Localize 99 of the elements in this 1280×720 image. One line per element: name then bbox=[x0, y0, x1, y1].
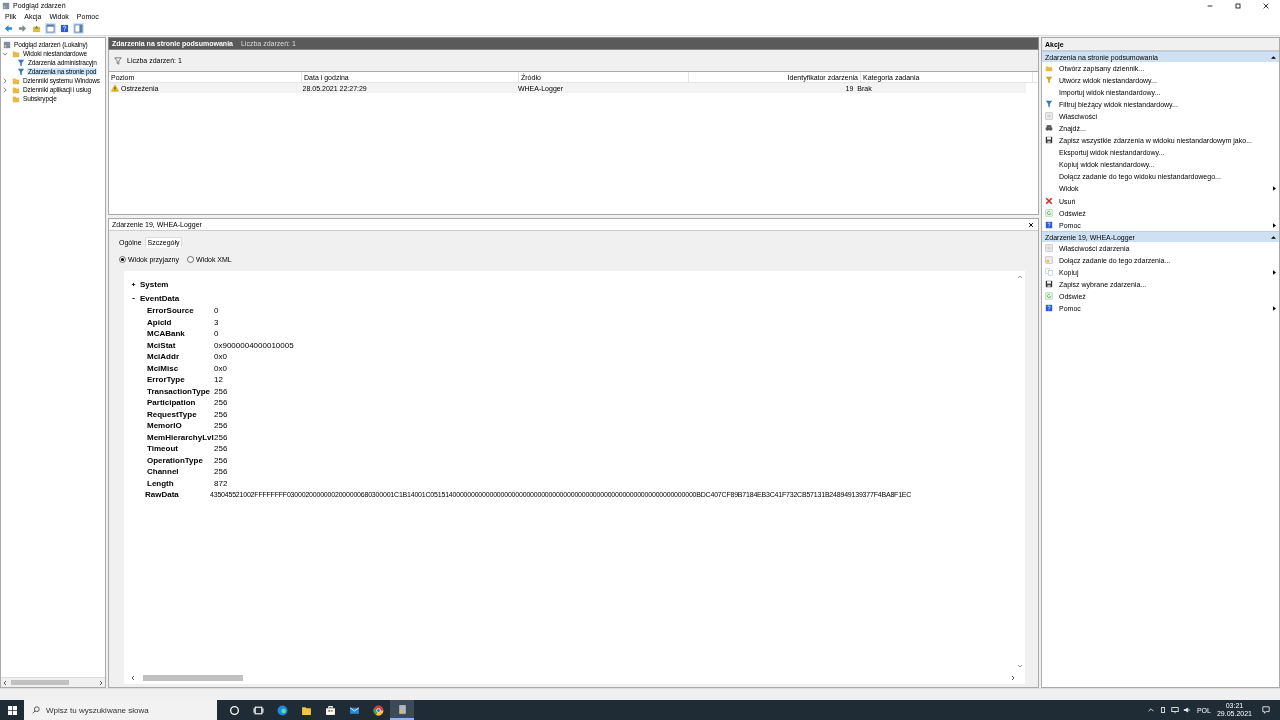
field-value: 872 bbox=[214, 478, 228, 488]
scroll-left-icon[interactable] bbox=[2, 679, 8, 686]
document-icon bbox=[396, 703, 408, 715]
field-value: 256 bbox=[214, 455, 228, 465]
field-name: MciMisc bbox=[147, 363, 180, 373]
shopping-bag-icon bbox=[324, 704, 336, 716]
field-name: MciAddr bbox=[147, 352, 180, 362]
field-value: 3 bbox=[214, 317, 219, 327]
scroll-up-icon[interactable] bbox=[1017, 274, 1023, 280]
help-icon[interactable] bbox=[59, 23, 70, 34]
node-label[interactable]: EventData bbox=[140, 293, 180, 303]
radio-button[interactable] bbox=[186, 256, 194, 263]
submenu-arrow-icon bbox=[1273, 306, 1276, 312]
field-value: 0 bbox=[214, 306, 219, 316]
expand-toggle-icon[interactable] bbox=[131, 295, 136, 301]
forward-arrow-icon[interactable] bbox=[17, 23, 28, 34]
field-name: Timeout bbox=[147, 444, 179, 454]
refresh-icon bbox=[1045, 292, 1053, 301]
field-value: 0x9000004000010005 bbox=[214, 340, 294, 350]
field-name: RequestType bbox=[147, 409, 198, 419]
field-value: 0x0 bbox=[214, 363, 227, 373]
search-icon bbox=[32, 706, 40, 714]
field-name: MCABank bbox=[147, 329, 186, 339]
binoculars-icon bbox=[1045, 124, 1053, 132]
field-name: TransactionType bbox=[147, 386, 211, 396]
scroll-down-icon[interactable] bbox=[1017, 663, 1023, 669]
collapse-icon[interactable] bbox=[1271, 55, 1276, 59]
field-name: MemorIO bbox=[147, 421, 183, 431]
horizontal-scrollbar[interactable] bbox=[1, 677, 105, 687]
submenu-arrow-icon bbox=[1273, 186, 1276, 192]
delete-icon bbox=[1045, 196, 1053, 205]
field-value: 256 bbox=[214, 444, 228, 454]
field-value: 256 bbox=[214, 386, 228, 396]
save-icon bbox=[1045, 280, 1053, 289]
radio-button[interactable] bbox=[119, 256, 126, 263]
device-icon[interactable] bbox=[1158, 706, 1167, 714]
submenu-arrow-icon bbox=[1273, 270, 1276, 276]
task-view-icon bbox=[252, 704, 264, 716]
field-name: Participation bbox=[147, 398, 197, 408]
node-label[interactable]: System bbox=[140, 280, 169, 290]
field-name: OperationType bbox=[147, 455, 204, 465]
chevron-icon[interactable] bbox=[2, 77, 8, 84]
scroll-left-icon[interactable] bbox=[130, 675, 136, 681]
field-name: Length bbox=[147, 478, 175, 488]
panel-icon[interactable] bbox=[45, 23, 56, 34]
expand-toggle-icon[interactable] bbox=[131, 282, 136, 288]
field-name: ApicId bbox=[147, 317, 173, 327]
help-icon bbox=[1045, 304, 1053, 313]
field-value: 256 bbox=[214, 398, 228, 408]
save-icon bbox=[1045, 136, 1053, 145]
mail-icon bbox=[348, 704, 360, 716]
chevron-up-icon[interactable] bbox=[1146, 706, 1155, 714]
chevron-icon[interactable] bbox=[2, 86, 8, 93]
browser-icon bbox=[276, 704, 288, 716]
field-name: RawData bbox=[145, 490, 180, 500]
speaker-icon[interactable] bbox=[1182, 706, 1191, 714]
folder-icon bbox=[12, 49, 20, 58]
back-arrow-icon[interactable] bbox=[3, 23, 14, 34]
folder-icon bbox=[300, 704, 312, 716]
close-icon[interactable] bbox=[1262, 1, 1270, 10]
panel-icon[interactable] bbox=[73, 23, 84, 34]
maximize-icon[interactable] bbox=[1234, 1, 1242, 10]
event-viewer-icon bbox=[3, 40, 11, 49]
scroll-right-icon[interactable] bbox=[98, 679, 104, 686]
help-icon bbox=[1045, 220, 1053, 229]
properties-icon bbox=[1045, 111, 1053, 120]
field-value: 12 bbox=[214, 375, 223, 385]
collapse-icon[interactable] bbox=[1271, 235, 1276, 240]
field-name: MemHierarchyLvl bbox=[147, 432, 214, 442]
field-name: ErrorType bbox=[147, 375, 186, 385]
field-value: 256 bbox=[214, 421, 228, 431]
filter-icon bbox=[114, 56, 122, 65]
field-value: 256 bbox=[214, 467, 228, 477]
notification-icon[interactable] bbox=[1262, 706, 1270, 714]
properties-icon bbox=[1045, 243, 1053, 252]
close-icon[interactable] bbox=[1028, 221, 1034, 228]
filter-icon bbox=[1045, 75, 1053, 84]
app-icon bbox=[2, 1, 10, 10]
field-value: 0 bbox=[214, 329, 219, 339]
field-name: ErrorSource bbox=[147, 306, 195, 316]
folder-up-icon[interactable] bbox=[31, 23, 42, 34]
field-value: 0x0 bbox=[214, 352, 227, 362]
submenu-arrow-icon bbox=[1273, 222, 1276, 228]
scroll-right-icon[interactable] bbox=[1010, 675, 1016, 681]
warning-icon bbox=[111, 84, 119, 92]
chevron-icon[interactable] bbox=[2, 50, 8, 57]
folder-icon bbox=[1045, 63, 1053, 72]
task-icon bbox=[1045, 255, 1053, 264]
field-value: 256 bbox=[214, 409, 228, 419]
refresh-icon bbox=[1045, 208, 1053, 217]
browser-icon bbox=[372, 704, 384, 716]
filter-icon bbox=[1045, 99, 1053, 108]
circle-icon bbox=[228, 704, 240, 716]
search-field[interactable]: Wpisz tu wyszukiwane słowa bbox=[24, 700, 217, 720]
copy-icon bbox=[1045, 268, 1053, 277]
field-value: 256 bbox=[214, 432, 228, 442]
field-name: MciStat bbox=[147, 340, 177, 350]
field-name: Channel bbox=[147, 467, 180, 477]
network-icon[interactable] bbox=[1170, 706, 1179, 714]
